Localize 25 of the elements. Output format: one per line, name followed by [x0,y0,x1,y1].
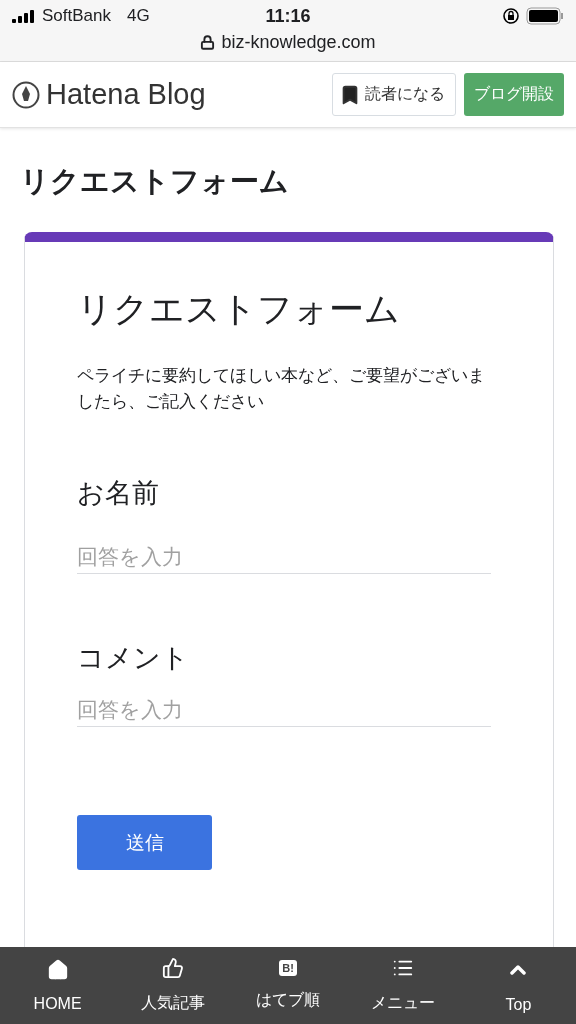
hatena-bookmark-icon: B! [279,960,297,976]
home-icon [46,958,69,981]
form-description: ペライチに要約してほしい本など、ご要望がございましたら、ご記入ください [77,365,486,413]
nav-item[interactable]: メニュー [345,947,461,1024]
field-label: お名前 [77,477,160,510]
network-type: 4G [127,6,150,26]
field-label: コメント [77,642,190,675]
nav-item[interactable]: Top [460,947,576,1024]
nav-item[interactable]: HOME [0,947,116,1024]
submit-button[interactable]: 送信 [77,815,212,870]
site-logo[interactable]: Hatena Blog [46,78,332,111]
rotation-lock-icon [502,7,520,25]
signal-icon [12,9,36,23]
lock-icon [200,35,216,50]
subscribe-button[interactable]: 読者になる [332,73,456,116]
carrier-name: SoftBank [42,6,111,26]
nav-item[interactable]: 人気記事 [115,947,231,1024]
page-title: リクエストフォーム [20,164,290,199]
pen-nib-logo-icon [12,80,40,109]
form-title: リクエストフォーム [77,288,401,330]
nav-item[interactable]: B! はてブ順 [230,947,346,1024]
battery-icon [526,7,564,25]
clock-time: 11:16 [265,5,311,27]
thumbs-up-icon [161,957,184,979]
url-text[interactable]: biz-knowledge.com [221,32,376,53]
